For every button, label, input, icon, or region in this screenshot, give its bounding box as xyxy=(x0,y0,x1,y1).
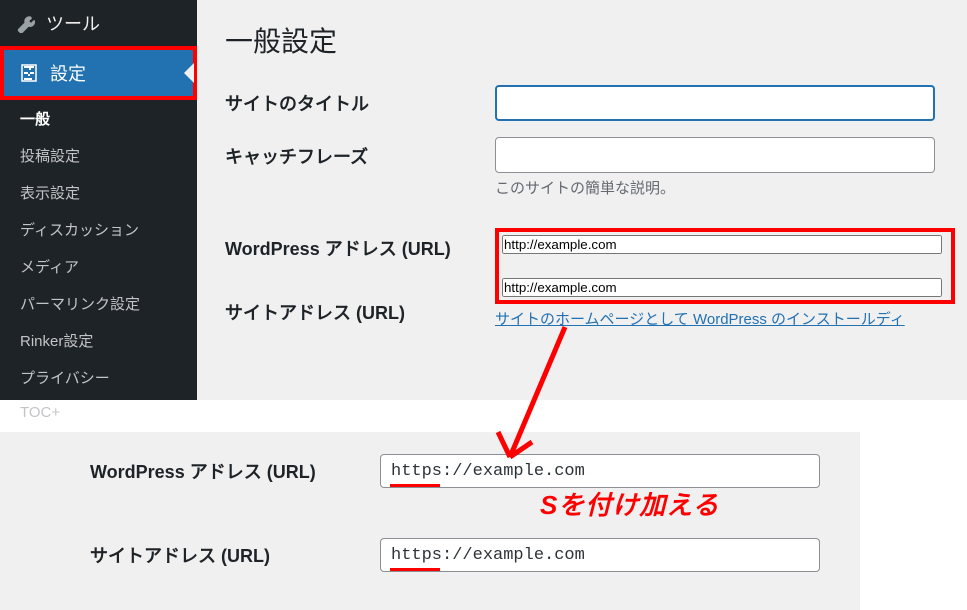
sidebar-sub-writing[interactable]: 投稿設定 xyxy=(0,137,197,174)
sliders-icon xyxy=(18,62,40,84)
wp-url-label: WordPress アドレス (URL) xyxy=(225,228,495,268)
sidebar-sub-general[interactable]: 一般 xyxy=(0,100,197,137)
sidebar-sub-reading[interactable]: 表示設定 xyxy=(0,174,197,211)
admin-sidebar: ツール 設定 一般 投稿設定 表示設定 ディスカッション メディア パーマリンク… xyxy=(0,0,197,400)
tagline-label: キャッチフレーズ xyxy=(225,137,495,169)
sidebar-sub-toc[interactable]: TOC+ xyxy=(0,396,197,429)
site-title-input[interactable] xyxy=(495,85,935,121)
underline-annotation xyxy=(390,484,440,487)
sidebar-menu-label: 設定 xyxy=(50,60,86,86)
sidebar-sub-permalink[interactable]: パーマリンク設定 xyxy=(0,285,197,322)
annotation-text: Sを付け加える xyxy=(540,485,720,522)
page-title: 一般設定 xyxy=(225,10,955,60)
tagline-desc: このサイトの簡単な説明。 xyxy=(495,177,955,198)
underline-annotation xyxy=(390,568,440,571)
sidebar-menu-settings[interactable]: 設定 xyxy=(4,50,193,96)
wp-url-input[interactable] xyxy=(502,235,942,254)
arrow-annotation xyxy=(470,322,610,482)
tagline-input[interactable] xyxy=(495,137,935,173)
lower-site-url-label: サイトアドレス (URL) xyxy=(90,542,380,568)
sidebar-sub-privacy[interactable]: プライバシー xyxy=(0,359,197,396)
wrench-icon xyxy=(14,12,36,34)
url-highlight-box xyxy=(495,228,955,304)
sidebar-sub-rinker[interactable]: Rinker設定 xyxy=(0,322,197,359)
site-title-label: サイトのタイトル xyxy=(225,90,495,116)
lower-wp-url-label: WordPress アドレス (URL) xyxy=(90,458,380,484)
sidebar-menu-label: ツール xyxy=(46,10,100,36)
lower-site-url-input[interactable] xyxy=(380,538,820,572)
site-url-label: サイトアドレス (URL) xyxy=(225,292,495,332)
sidebar-menu-tools[interactable]: ツール xyxy=(0,0,197,46)
site-url-input[interactable] xyxy=(502,278,942,297)
sidebar-sub-media[interactable]: メディア xyxy=(0,248,197,285)
sidebar-sub-discussion[interactable]: ディスカッション xyxy=(0,211,197,248)
instruction-panel: WordPress アドレス (URL) サイトアドレス (URL) Sを付け加… xyxy=(0,432,860,610)
